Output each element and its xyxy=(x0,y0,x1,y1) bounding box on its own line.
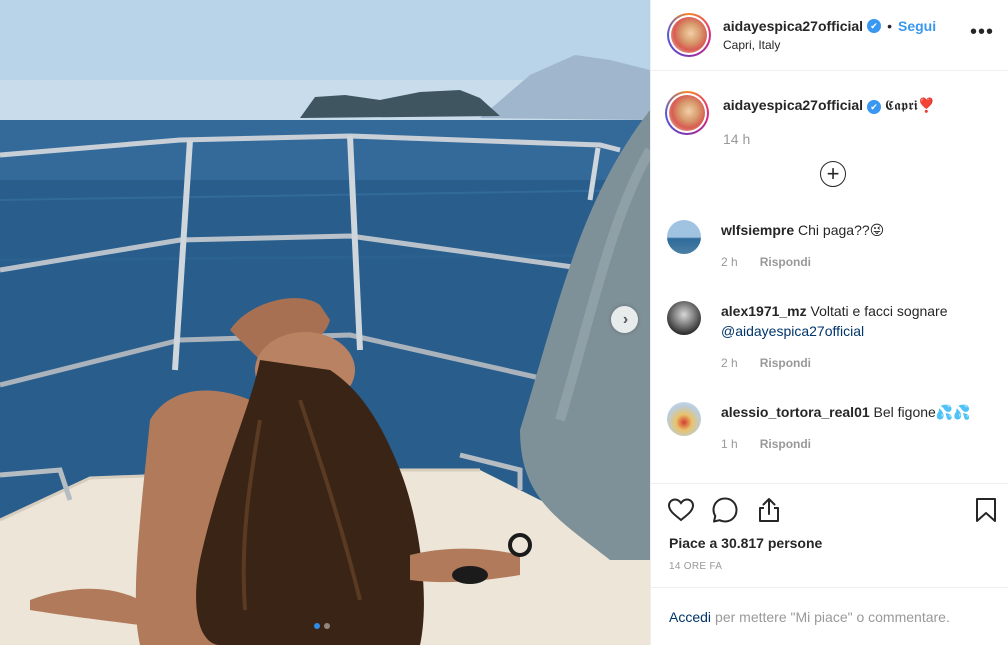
comment-text: Chi paga??😜 xyxy=(798,222,885,238)
comment-time[interactable]: 2 h xyxy=(721,252,738,272)
reply-button[interactable]: Rispondi xyxy=(760,252,811,272)
comment-item: wlfsiempre Chi paga??😜 2 h Rispondi xyxy=(667,220,992,272)
post-actions: Piace a 30.817 persone 14 ORE FA xyxy=(651,483,1008,587)
comment-avatar[interactable] xyxy=(667,220,701,254)
comment-item: alessio_tortora_real01 Bel figone💦💦 1 h … xyxy=(667,402,992,454)
comment-avatar[interactable] xyxy=(667,301,701,335)
reply-button[interactable]: Rispondi xyxy=(760,353,811,373)
login-prompt: Accedi per mettere "Mi piace" o commenta… xyxy=(651,587,1008,645)
verified-badge-icon: ✔ xyxy=(867,19,882,33)
caption-username[interactable]: aidayespica27official xyxy=(723,97,863,113)
follow-button[interactable]: Segui xyxy=(898,18,936,34)
likes-count[interactable]: Piace a 30.817 persone xyxy=(669,535,822,551)
header-username[interactable]: aidayespica27official xyxy=(723,18,863,34)
comment-avatar[interactable] xyxy=(667,402,701,436)
avatar-image xyxy=(671,17,707,53)
comment-time[interactable]: 2 h xyxy=(721,353,738,373)
comment-text: Voltati e facci sognare xyxy=(810,303,948,319)
login-link[interactable]: Accedi xyxy=(669,609,711,625)
load-more-comments-button[interactable]: + xyxy=(820,161,846,187)
comment-username[interactable]: wlfsiempre xyxy=(721,222,794,238)
header-separator: • xyxy=(887,18,892,34)
photo-illustration xyxy=(0,0,650,645)
comment-time[interactable]: 1 h xyxy=(721,434,738,454)
more-options-icon[interactable]: ••• xyxy=(970,22,994,42)
post-header: aidayespica27official ✔ • Segui Capri, I… xyxy=(651,0,1008,71)
verified-badge-icon: ✔ xyxy=(866,100,881,114)
post-timestamp[interactable]: 14 ORE FA xyxy=(669,561,722,572)
chevron-right-icon: › xyxy=(622,310,629,328)
carousel-dot-active xyxy=(314,623,320,629)
profile-avatar[interactable] xyxy=(667,13,711,57)
carousel-next-button[interactable]: › xyxy=(611,306,638,333)
carousel-indicator xyxy=(314,623,330,629)
caption-avatar[interactable] xyxy=(665,91,709,135)
post-photo[interactable]: › xyxy=(0,0,650,645)
comment-text: Bel figone💦💦 xyxy=(873,404,971,420)
share-icon[interactable] xyxy=(755,496,783,524)
post-location[interactable]: Capri, Italy xyxy=(723,38,936,52)
caption-text: 𝕮𝖆𝖕𝖗𝖎❣️ xyxy=(884,97,936,113)
bookmark-icon[interactable] xyxy=(972,496,1000,524)
comment-username[interactable]: alex1971_mz xyxy=(721,303,807,319)
login-prompt-text: per mettere "Mi piace" o commentare. xyxy=(715,608,950,625)
comments-section[interactable]: aidayespica27official ✔ 𝕮𝖆𝖕𝖗𝖎❣️ 14 h + w… xyxy=(651,71,1008,483)
caption: aidayespica27official ✔ 𝕮𝖆𝖕𝖗𝖎❣️ 14 h xyxy=(665,91,992,149)
instagram-post: › aidayespica27official ✔ • Segui Capri,… xyxy=(0,0,1008,645)
caption-time[interactable]: 14 h xyxy=(723,129,750,149)
carousel-dot xyxy=(324,623,330,629)
post-side-panel: aidayespica27official ✔ • Segui Capri, I… xyxy=(650,0,1008,645)
comment-item: alex1971_mz Voltati e facci sognare @aid… xyxy=(667,301,992,373)
comment-username[interactable]: alessio_tortora_real01 xyxy=(721,404,870,420)
reply-button[interactable]: Rispondi xyxy=(760,434,811,454)
comment-icon[interactable] xyxy=(711,496,739,524)
heart-icon[interactable] xyxy=(667,496,695,524)
comment-mention-link[interactable]: @aidayespica27official xyxy=(721,323,864,339)
